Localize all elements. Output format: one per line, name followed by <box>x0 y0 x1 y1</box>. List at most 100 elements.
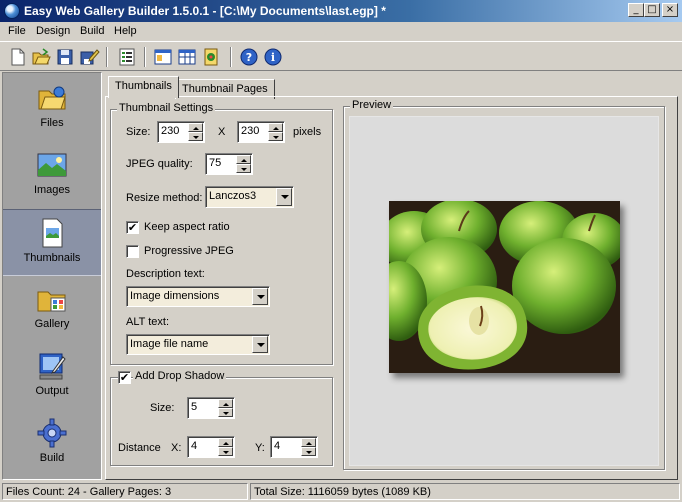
app-globe-icon[interactable] <box>4 3 20 19</box>
sidebar-item-label: Thumbnails <box>23 252 81 264</box>
progressive-jpeg-checkbox[interactable] <box>126 245 139 258</box>
shadow-size-spin-buttons[interactable] <box>218 399 233 417</box>
spin-down-arrow-icon[interactable] <box>218 408 233 417</box>
chevron-down-icon[interactable] <box>252 288 268 305</box>
toolbar-separator <box>230 47 232 67</box>
keep-aspect-label: Keep aspect ratio <box>144 221 230 233</box>
status-files-count: Files Count: 24 - Gallery Pages: 3 <box>2 483 248 500</box>
height-spin-buttons[interactable] <box>268 123 283 141</box>
toolbar: ? i <box>0 41 682 71</box>
spin-down-arrow-icon[interactable] <box>268 132 283 141</box>
spin-up-arrow-icon[interactable] <box>236 155 251 164</box>
resize-method-select[interactable]: Lanczos3 <box>205 186 294 208</box>
description-text-value: Image dimensions <box>130 290 220 302</box>
spin-down-arrow-icon[interactable] <box>301 447 316 456</box>
sidebar-item-label: Output <box>35 385 69 397</box>
menu-help[interactable]: Help <box>114 25 137 37</box>
jpeg-quality-value: 75 <box>209 157 222 169</box>
sidebar-item-thumbnails[interactable]: Thumbnails <box>3 209 101 276</box>
distance-x-value: 4 <box>191 440 198 452</box>
spin-up-arrow-icon[interactable] <box>188 123 203 132</box>
web-page-icon[interactable] <box>152 46 174 68</box>
times-label: X <box>218 126 226 138</box>
distance-y-label: Y: <box>255 442 265 454</box>
sidebar-item-gallery[interactable]: Gallery <box>3 276 101 343</box>
resize-method-label: Resize method: <box>126 192 203 204</box>
gallery-folder-icon <box>37 284 67 314</box>
keep-aspect-checkbox[interactable]: ✔ <box>126 221 139 234</box>
height-stepper[interactable]: 230 <box>237 121 285 143</box>
width-stepper[interactable]: 230 <box>157 121 205 143</box>
description-text-label: Description text: <box>126 268 205 280</box>
distance-x-spin-buttons[interactable] <box>218 438 233 456</box>
sidebar-item-label: Files <box>40 117 64 129</box>
new-document-icon[interactable] <box>6 46 28 68</box>
tab-thumbnails[interactable]: Thumbnails <box>108 76 179 98</box>
menu-bar: File Design Build Help <box>0 22 682 41</box>
spin-up-arrow-icon[interactable] <box>301 438 316 447</box>
sidebar-item-label: Build <box>39 452 65 464</box>
group-title: Thumbnail Settings <box>117 102 216 114</box>
pixels-label: pixels <box>293 126 322 138</box>
sidebar-item-label: Gallery <box>34 318 70 330</box>
spin-up-arrow-icon[interactable] <box>218 438 233 447</box>
open-folder-icon[interactable] <box>30 46 52 68</box>
maximize-button[interactable]: □ <box>644 3 660 17</box>
chevron-down-icon[interactable] <box>252 336 268 353</box>
toolbar-separator <box>144 47 146 67</box>
sidebar-item-files[interactable]: Files <box>3 75 101 142</box>
spin-down-arrow-icon[interactable] <box>218 447 233 456</box>
group-title: Preview <box>350 99 394 111</box>
shadow-size-label: Size: <box>150 402 175 414</box>
alt-text-label: ALT text: <box>126 316 170 328</box>
width-value: 230 <box>161 125 180 137</box>
properties-list-icon[interactable] <box>116 46 138 68</box>
spin-up-arrow-icon[interactable] <box>218 399 233 408</box>
status-bar: Files Count: 24 - Gallery Pages: 3 Total… <box>0 482 682 502</box>
jpeg-quality-stepper[interactable]: 75 <box>205 153 253 175</box>
distance-x-stepper[interactable]: 4 <box>187 436 235 458</box>
table-layout-icon[interactable] <box>176 46 198 68</box>
jpeg-quality-label: JPEG quality: <box>126 158 193 170</box>
minimize-button[interactable]: _ <box>628 3 644 17</box>
alt-text-value: Image file name <box>130 338 209 350</box>
chevron-down-icon[interactable] <box>276 188 292 206</box>
distance-y-spin-buttons[interactable] <box>301 438 316 456</box>
menu-build[interactable]: Build <box>80 25 104 37</box>
preview-thumbnail-image <box>389 201 620 373</box>
landscape-image-icon <box>37 150 67 180</box>
save-disk-icon[interactable] <box>54 46 76 68</box>
about-icon[interactable]: i <box>262 46 284 68</box>
drop-shadow-checkbox[interactable]: ✔ <box>118 371 131 384</box>
height-value: 230 <box>241 125 260 137</box>
close-button[interactable]: × <box>662 3 678 17</box>
size-label: Size: <box>126 126 151 138</box>
thumbnail-document-icon <box>37 218 67 248</box>
svg-text:i: i <box>271 51 275 64</box>
drop-shadow-label[interactable]: Add Drop Shadow <box>133 370 227 382</box>
status-total-size: Total Size: 1116059 bytes (1089 KB) <box>250 483 680 500</box>
width-spin-buttons[interactable] <box>188 123 203 141</box>
gear-icon <box>37 418 67 448</box>
save-as-icon[interactable] <box>78 46 100 68</box>
help-icon[interactable]: ? <box>238 46 260 68</box>
sidebar-item-build[interactable]: Build <box>3 410 101 477</box>
alt-text-select[interactable]: Image file name <box>126 334 270 355</box>
distance-y-stepper[interactable]: 4 <box>270 436 318 458</box>
resize-method-value: Lanczos3 <box>209 190 257 202</box>
spin-up-arrow-icon[interactable] <box>268 123 283 132</box>
menu-file[interactable]: File <box>8 25 26 37</box>
progressive-jpeg-label: Progressive JPEG <box>144 245 234 257</box>
distance-x-label: X: <box>171 442 182 454</box>
spin-down-arrow-icon[interactable] <box>236 164 251 173</box>
quality-spin-buttons[interactable] <box>236 155 251 173</box>
sidebar-item-label: Images <box>33 184 71 196</box>
title-bar: Easy Web Gallery Builder 1.5.0.1 - [C:\M… <box>0 0 682 22</box>
shadow-size-stepper[interactable]: 5 <box>187 397 235 419</box>
menu-design[interactable]: Design <box>36 25 70 37</box>
build-gallery-icon[interactable] <box>200 46 222 68</box>
spin-down-arrow-icon[interactable] <box>188 132 203 141</box>
sidebar-item-images[interactable]: Images <box>3 142 101 209</box>
description-text-select[interactable]: Image dimensions <box>126 286 270 307</box>
sidebar-item-output[interactable]: Output <box>3 343 101 410</box>
